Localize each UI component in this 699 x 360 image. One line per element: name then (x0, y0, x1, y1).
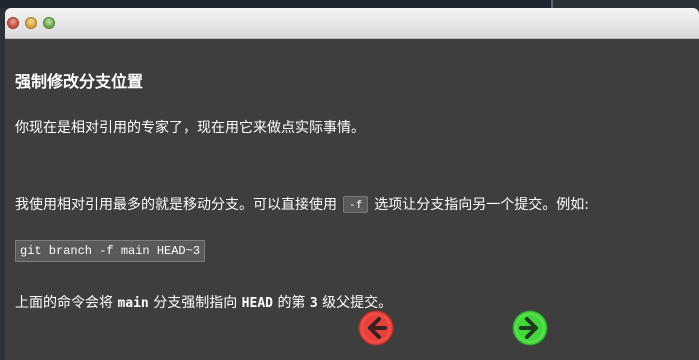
branch-name: main (117, 296, 149, 311)
paragraph-usage-text-2: 选项让分支指向另一个提交。例如: (374, 197, 589, 213)
minimize-window-button[interactable] (25, 17, 37, 29)
paragraph-intro: 你现在是相对引用的专家了，现在用它来做点实际事情。 (15, 120, 365, 136)
arrow-right-icon (512, 310, 548, 346)
previous-button[interactable] (358, 310, 394, 346)
paragraph-usage-text-1: 我使用相对引用最多的就是移动分支。可以直接使用 (15, 197, 337, 213)
explanation-text-3: 的第 (277, 295, 306, 311)
code-example: git branch -f main HEAD~3 (15, 240, 206, 262)
explanation-text-4: 级父提交。 (322, 295, 393, 311)
inline-code-flag: -f (343, 196, 369, 213)
parent-number: 3 (309, 296, 318, 311)
next-button[interactable] (512, 310, 548, 346)
paragraph-explanation: 上面的命令会将 main 分支强制指向 HEAD 的第 3 级父提交。 (15, 292, 392, 312)
close-window-button[interactable] (7, 17, 19, 29)
title-bar (5, 8, 699, 39)
arrow-left-icon (358, 310, 394, 346)
dialog-title: 强制修改分支位置 (15, 72, 144, 91)
background-panel (0, 0, 552, 8)
zoom-window-button[interactable] (43, 17, 55, 29)
head-ref: HEAD (241, 296, 273, 311)
dialog-window: 强制修改分支位置 你现在是相对引用的专家了，现在用它来做点实际事情。 我使用相对… (5, 8, 699, 360)
background-divider (551, 0, 553, 8)
explanation-text-2: 分支强制指向 (153, 295, 238, 311)
paragraph-usage: 我使用相对引用最多的就是移动分支。可以直接使用 -f 选项让分支指向另一个提交。例如… (15, 194, 589, 214)
explanation-text-1: 上面的命令会将 (15, 295, 113, 311)
